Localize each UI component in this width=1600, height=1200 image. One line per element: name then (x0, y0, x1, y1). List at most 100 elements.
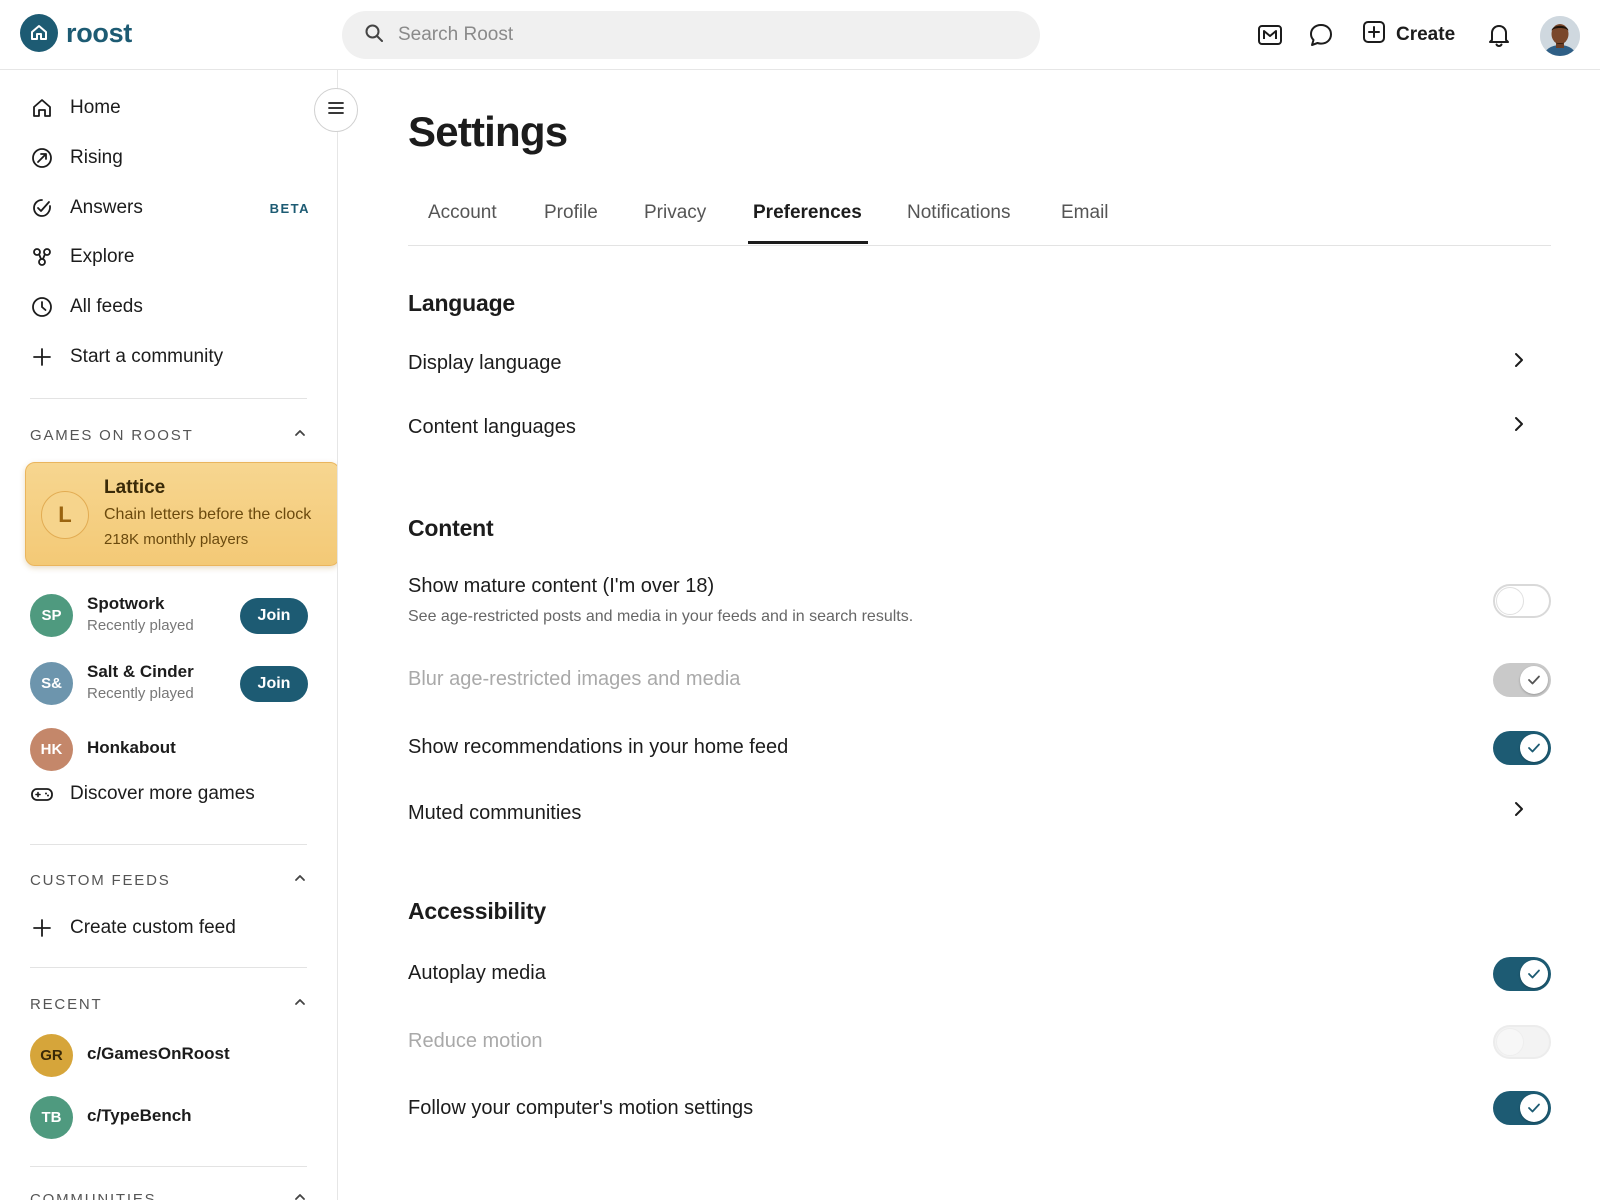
game-status: Recently played (87, 685, 194, 702)
chevron-up-icon[interactable] (293, 871, 307, 889)
create-icon (1362, 20, 1386, 50)
chevron-right-icon[interactable] (1508, 349, 1530, 371)
join-button[interactable]: Join (240, 666, 308, 702)
game-item-honkabout[interactable]: HK Honkabout (30, 726, 308, 772)
collapse-sidebar-button[interactable] (314, 88, 358, 132)
sidebar-item-label: All feeds (70, 296, 143, 317)
chevron-right-icon[interactable] (1508, 798, 1530, 820)
muted-communities-row[interactable]: Muted communities (408, 802, 581, 825)
communities-section-header[interactable]: COMMUNITIES (30, 1190, 307, 1200)
left-sidebar: Home Rising Answers BETA Explore All fee… (0, 70, 338, 1200)
chevron-up-icon[interactable] (293, 426, 307, 444)
sidebar-item-label: Discover more games (70, 783, 255, 804)
autoplay-media-toggle[interactable] (1493, 957, 1551, 991)
game-avatar: SP (30, 594, 73, 637)
follow-motion-settings-label: Follow your computer's motion settings (408, 1097, 754, 1119)
content-languages-row[interactable]: Content languages (408, 416, 576, 439)
featured-game-name: Lattice (104, 477, 166, 498)
sidebar-item-label: Start a community (70, 346, 224, 367)
featured-game-players: 218K monthly players (104, 531, 249, 548)
user-avatar[interactable] (1540, 16, 1580, 56)
roost-logo[interactable]: roost (20, 14, 132, 52)
check-icon (1520, 960, 1548, 988)
discover-games-link[interactable]: Discover more games (30, 776, 310, 812)
recent-item-gamesonroost[interactable]: GR c/GamesOnRoost (30, 1032, 308, 1078)
sidebar-item-explore[interactable]: Explore (30, 239, 310, 275)
tab-profile[interactable]: Profile (544, 202, 598, 246)
sidebar-item-home[interactable]: Home (30, 90, 310, 126)
community-avatar: TB (30, 1096, 73, 1139)
game-name: Spotwork (87, 594, 165, 613)
sidebar-item-label: Answers (70, 197, 143, 218)
custom-feeds-section-header[interactable]: CUSTOM FEEDS (30, 871, 307, 889)
home-logo-icon (20, 14, 58, 52)
sidebar-divider (30, 844, 307, 845)
community-avatar: GR (30, 1034, 73, 1077)
toggle-knob (1496, 587, 1524, 615)
search-bar[interactable] (342, 11, 1040, 59)
games-section-header[interactable]: GAMES ON ROOST (30, 426, 307, 444)
section-title-content: Content (408, 515, 494, 541)
home-icon (30, 96, 54, 120)
create-label: Create (1396, 24, 1456, 45)
sidebar-item-label: Rising (70, 147, 123, 168)
page-title: Settings (408, 108, 568, 155)
sidebar-item-start-community[interactable]: Start a community (30, 339, 310, 375)
sidebar-item-all-feeds[interactable]: All feeds (30, 289, 310, 325)
answers-icon (30, 196, 54, 220)
game-item-spotwork[interactable]: SP Spotwork Recently played Join (30, 592, 308, 638)
follow-motion-settings-toggle[interactable] (1493, 1091, 1551, 1125)
blur-age-restricted-toggle (1493, 663, 1551, 697)
settings-tabs: Account Profile Privacy Preferences Noti… (408, 190, 1551, 246)
recent-item-typebench[interactable]: TB c/TypeBench (30, 1094, 308, 1140)
sidebar-item-answers[interactable]: Answers BETA (30, 190, 310, 226)
section-title: COMMUNITIES (30, 1190, 157, 1200)
chevron-up-icon[interactable] (293, 1190, 307, 1200)
show-recommendations-label: Show recommendations in your home feed (408, 736, 789, 758)
chevron-right-icon[interactable] (1508, 413, 1530, 435)
display-language-row[interactable]: Display language (408, 352, 561, 375)
show-mature-content-toggle[interactable] (1493, 584, 1551, 618)
rising-icon (30, 146, 54, 170)
check-icon (1520, 1094, 1548, 1122)
top-header: roost Create (0, 0, 1600, 70)
create-custom-feed-link[interactable]: Create custom feed (30, 910, 310, 946)
sidebar-item-label: Create custom feed (70, 917, 236, 938)
sidebar-item-label: Home (70, 97, 121, 118)
show-mature-content-label: Show mature content (I'm over 18) (408, 575, 715, 597)
toggle-knob (1496, 1028, 1524, 1056)
sidebar-divider (30, 967, 307, 968)
tab-privacy[interactable]: Privacy (644, 202, 706, 246)
chat-icon[interactable] (1306, 20, 1336, 50)
reduce-motion-toggle (1493, 1025, 1551, 1059)
active-tab-indicator (748, 241, 868, 244)
mod-icon[interactable] (1255, 20, 1285, 50)
bell-icon[interactable] (1484, 20, 1514, 50)
create-button[interactable]: Create (1362, 18, 1455, 52)
tab-notifications[interactable]: Notifications (907, 202, 1011, 246)
section-title-language: Language (408, 290, 516, 316)
autoplay-media-label: Autoplay media (408, 962, 546, 984)
join-button[interactable]: Join (240, 598, 308, 634)
search-input[interactable] (398, 24, 958, 46)
show-recommendations-toggle[interactable] (1493, 731, 1551, 765)
beta-badge: BETA (269, 200, 310, 216)
chevron-up-icon[interactable] (293, 995, 307, 1013)
tab-email[interactable]: Email (1061, 202, 1109, 246)
blur-age-restricted-label: Blur age-restricted images and media (408, 668, 741, 690)
game-status: Recently played (87, 617, 194, 634)
sidebar-divider (30, 398, 307, 399)
sidebar-item-label: Explore (70, 246, 135, 267)
game-name: Salt & Cinder (87, 662, 194, 681)
section-title: CUSTOM FEEDS (30, 871, 171, 889)
featured-game-tagline: Chain letters before the clock (104, 506, 312, 523)
game-item-salt-cinder[interactable]: S& Salt & Cinder Recently played Join (30, 660, 308, 706)
sidebar-item-rising[interactable]: Rising (30, 140, 310, 176)
menu-icon (327, 101, 345, 120)
recent-section-header[interactable]: RECENT (30, 995, 307, 1013)
featured-game-card[interactable]: L Lattice Chain letters before the clock… (25, 462, 337, 566)
tab-preferences[interactable]: Preferences (753, 202, 862, 246)
tab-account[interactable]: Account (428, 202, 497, 246)
explore-icon (30, 245, 54, 269)
section-title: GAMES ON ROOST (30, 426, 194, 444)
